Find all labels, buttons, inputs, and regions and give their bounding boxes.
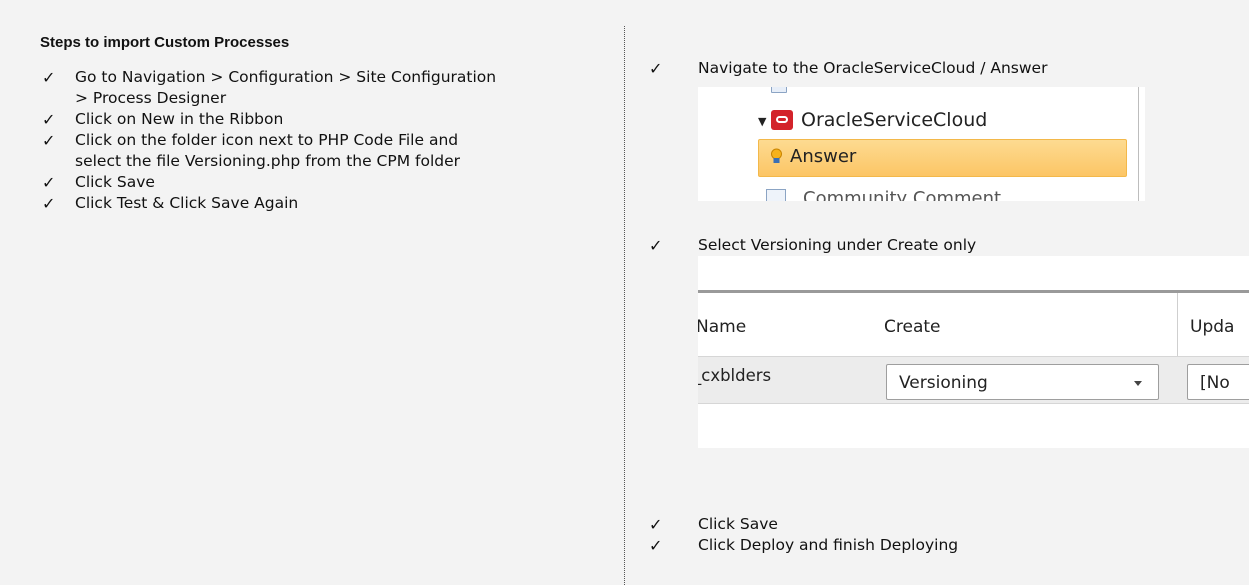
create-select[interactable]: Versioning	[886, 364, 1159, 400]
column-header-update[interactable]: Upda	[1178, 293, 1249, 356]
tree-item-label: Community Comment	[803, 188, 1002, 201]
expand-arrow-icon: ▼	[758, 115, 767, 128]
scroll-edge	[1138, 87, 1139, 201]
column-header-label: Name	[698, 317, 747, 337]
step-line: > Process Designer	[75, 89, 227, 107]
step-line: Click on New in the Ribbon	[75, 110, 284, 128]
step-line: Click Test & Click Save Again	[75, 194, 299, 212]
check-icon: ✓	[649, 236, 663, 255]
column-divider	[624, 26, 625, 585]
step-item: Click Save	[698, 515, 778, 533]
document-page: Steps to import Custom Processes ✓ Go to…	[0, 0, 1249, 585]
check-icon: ✓	[42, 131, 56, 150]
step-line: Click Save	[75, 173, 155, 191]
check-icon: ✓	[42, 173, 56, 192]
update-select[interactable]: [No	[1187, 364, 1249, 400]
step-item: Go to Navigation > Configuration > Site …	[75, 67, 496, 109]
step-item: Click on the folder icon next to PHP Cod…	[75, 130, 460, 172]
tree-node-icon	[771, 87, 787, 93]
step-line: select the file Versioning.php from the …	[75, 152, 461, 170]
check-icon: ✓	[649, 536, 663, 555]
step-item: Click Save	[75, 172, 155, 193]
update-select-value: [No	[1200, 373, 1230, 393]
check-icon: ✓	[649, 515, 663, 534]
step-line: Go to Navigation > Configuration > Site …	[75, 68, 497, 86]
tree-node-icon	[766, 189, 786, 201]
create-select-value: Versioning	[899, 373, 988, 393]
column-header-label: Upda	[1190, 317, 1235, 337]
step-item: Click Test & Click Save Again	[75, 193, 298, 214]
column-header-create[interactable]: Create	[872, 293, 1178, 356]
process-grid-screenshot: Name Create Upda _cxblders Versioning [N…	[698, 256, 1249, 448]
step-item: Click Deploy and finish Deploying	[698, 536, 959, 554]
navigation-tree-screenshot: ▼ OracleServiceCloud Answer Community Co…	[698, 87, 1145, 201]
step-item: Navigate to the OracleServiceCloud / Ans…	[698, 59, 1048, 77]
step-line: Click on the folder icon next to PHP Cod…	[75, 131, 459, 149]
step-item: Select Versioning under Create only	[698, 236, 977, 254]
bulb-icon	[771, 148, 782, 163]
column-header-label: Create	[884, 317, 941, 337]
tree-item-label: Answer	[790, 146, 857, 167]
check-icon: ✓	[649, 59, 663, 78]
section-heading: Steps to import Custom Processes	[40, 34, 290, 51]
check-icon: ✓	[42, 68, 56, 87]
step-item: Click on New in the Ribbon	[75, 109, 283, 130]
row-name-cell: _cxblders	[698, 366, 772, 385]
oracle-icon	[771, 110, 793, 130]
chevron-down-icon	[1134, 381, 1142, 386]
tree-node-label: OracleServiceCloud	[801, 109, 988, 131]
check-icon: ✓	[42, 110, 56, 129]
check-icon: ✓	[42, 194, 56, 213]
column-header-name[interactable]: Name	[698, 293, 873, 356]
